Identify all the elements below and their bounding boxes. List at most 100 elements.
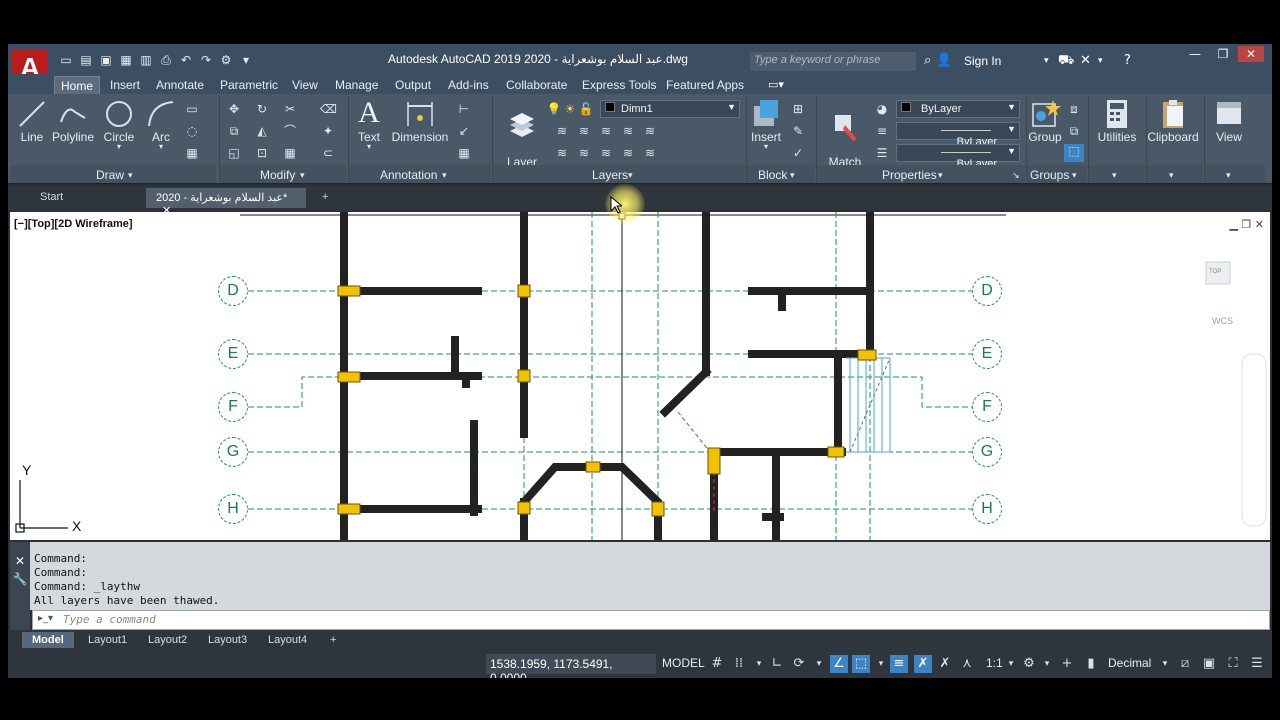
save-icon[interactable]: ▣ <box>98 52 114 68</box>
mirror-icon[interactable]: ◭ <box>254 124 270 138</box>
cart-icon[interactable]: ⛟ <box>1058 53 1074 70</box>
scale-icon[interactable]: ⊡ <box>254 146 270 160</box>
offset-icon[interactable]: ⊂ <box>320 146 336 160</box>
workspace-gear-icon[interactable]: ⚙ <box>1020 655 1038 673</box>
tab-active-drawing[interactable]: 2020 - عبد السلام بوشعراية* ✕ <box>146 188 306 217</box>
draw-panel-dropdown-icon[interactable]: ▾ <box>128 170 133 181</box>
web-mobile-icon[interactable]: ▥ <box>138 52 154 68</box>
layer-on-icon[interactable]: 💡 <box>546 102 562 116</box>
clipboard-panel-bar[interactable] <box>1147 165 1203 183</box>
layer-tool-3-icon[interactable]: ≋ <box>598 124 614 138</box>
customization-icon[interactable]: ☰ <box>1248 655 1266 673</box>
object-snap-icon[interactable]: ⬚ <box>852 655 870 673</box>
insert-block-tool[interactable]: Insert ▾ <box>746 98 786 151</box>
tab-annotate[interactable]: Annotate <box>150 76 210 94</box>
polar-icon[interactable]: ⟳ <box>790 655 808 673</box>
plot-icon[interactable]: ⎙ <box>158 52 174 68</box>
command-prompt-icon[interactable]: ▸_▾ <box>38 613 53 624</box>
model-space-button[interactable]: MODEL <box>662 656 705 670</box>
dimension-tool[interactable]: Dimension <box>390 98 450 144</box>
rectangle-icon[interactable]: ▭ <box>184 102 200 116</box>
ribbon-options-icon[interactable]: ▭▾ <box>768 78 784 91</box>
view-tool[interactable]: View <box>1204 98 1254 144</box>
layer-thaw-icon[interactable]: ☀ <box>562 102 578 116</box>
layer-tool-7-icon[interactable]: ≋ <box>576 146 592 160</box>
tab-home[interactable]: Home <box>54 76 101 95</box>
workspace-dropdown-icon[interactable]: ▾ <box>1038 655 1056 673</box>
layer-tool-2-icon[interactable]: ≋ <box>576 124 592 138</box>
leader-icon[interactable]: ↙ <box>456 124 472 138</box>
lineweight-dropdown[interactable]: ByLayer ▼ <box>896 144 1020 170</box>
open-file-icon[interactable]: ▤ <box>78 52 94 68</box>
command-input[interactable]: Type a command <box>32 610 1270 630</box>
stretch-icon[interactable]: ◱ <box>226 146 242 160</box>
line-tool[interactable]: Line <box>14 98 50 144</box>
circle-dropdown-icon[interactable]: ▾ <box>100 143 138 151</box>
tab-start[interactable]: Start <box>30 188 140 208</box>
tab-view[interactable]: View <box>286 76 324 94</box>
arc-dropdown-icon[interactable]: ▾ <box>144 143 178 151</box>
units-icon[interactable]: ▮ <box>1082 655 1100 673</box>
properties-panel-dropdown-icon[interactable]: ▾ <box>938 170 943 181</box>
tab-layout4[interactable]: Layout4 <box>258 632 317 648</box>
units-value[interactable]: Decimal <box>1108 656 1151 670</box>
restore-icon[interactable]: ❐ <box>1210 46 1236 62</box>
auto-scale-icon[interactable]: ✗ <box>936 655 954 673</box>
new-file-icon[interactable]: ▭ <box>58 52 74 68</box>
create-block-icon[interactable]: ⊞ <box>790 102 806 116</box>
tab-parametric[interactable]: Parametric <box>214 76 284 94</box>
tab-model[interactable]: Model <box>22 632 74 648</box>
lineweight-display-icon[interactable]: ≡ <box>890 655 908 673</box>
linear-dim-icon[interactable]: ⊢ <box>456 102 472 116</box>
layer-tool-4-icon[interactable]: ≋ <box>620 124 636 138</box>
object-snap-dropdown-icon[interactable]: ▾ <box>872 655 890 673</box>
group-edit-icon[interactable]: ⧉ <box>1066 124 1082 138</box>
tab-add-ins[interactable]: Add-ins <box>442 76 495 94</box>
arc-tool[interactable]: Arc ▾ <box>144 98 178 151</box>
tab-manage[interactable]: Manage <box>329 76 384 94</box>
erase-icon[interactable]: ⌫ <box>320 102 337 116</box>
scale-dropdown-icon[interactable]: ▾ <box>1002 655 1020 673</box>
tab-featured-apps[interactable]: Featured Apps <box>660 76 750 94</box>
navigation-bar[interactable] <box>1241 353 1267 527</box>
user-icon[interactable]: 👤 <box>936 53 952 68</box>
properties-dialog-launcher-icon[interactable]: ↘ <box>1012 170 1020 181</box>
sign-in-button[interactable]: Sign In <box>964 54 1001 68</box>
utilities-panel-bar[interactable] <box>1089 165 1145 183</box>
array-icon[interactable]: ▦ <box>282 146 298 160</box>
layer-dropdown[interactable]: Dimn1 ▼ <box>600 100 740 118</box>
copy-icon[interactable]: ⧉ <box>226 124 242 138</box>
color-wheel-icon[interactable]: ◕ <box>874 102 890 116</box>
layer-tool-10-icon[interactable]: ≋ <box>642 146 658 160</box>
close-icon[interactable]: ✕ <box>1238 46 1264 62</box>
polar-dropdown-icon[interactable]: ▾ <box>810 655 828 673</box>
binoculars-icon[interactable]: ⌕ <box>924 53 931 68</box>
insert-dropdown-icon[interactable]: ▾ <box>746 143 786 151</box>
polyline-tool[interactable]: Polyline <box>50 98 96 144</box>
layer-tool-5-icon[interactable]: ≋ <box>642 124 658 138</box>
command-customize-icon[interactable]: 🔧 <box>10 572 30 586</box>
sign-in-dropdown-icon[interactable]: ▾ <box>1044 56 1049 66</box>
view-dropdown-icon[interactable]: ▾ <box>1226 170 1231 181</box>
quick-properties-icon[interactable]: ⧄ <box>1176 655 1194 673</box>
workspace-icon[interactable]: ⚙ <box>218 52 234 68</box>
clean-screen-icon[interactable]: ⛶ <box>1224 655 1242 673</box>
save-as-icon[interactable]: ▦ <box>118 52 134 68</box>
layer-tool-1-icon[interactable]: ≋ <box>554 124 570 138</box>
layer-tool-8-icon[interactable]: ≋ <box>598 146 614 160</box>
tab-collaborate[interactable]: Collaborate <box>500 76 573 94</box>
isolate-objects-icon[interactable]: ▣ <box>1200 655 1218 673</box>
lineweight-icon[interactable]: ≡ <box>874 124 890 138</box>
layer-tool-6-icon[interactable]: ≋ <box>554 146 570 160</box>
new-tab-icon[interactable]: + <box>312 188 338 208</box>
command-line-handle[interactable]: ✕ 🔧 <box>10 542 30 630</box>
exchange-dropdown-icon[interactable]: ▾ <box>1098 56 1103 66</box>
grid-icon[interactable]: # <box>708 655 726 673</box>
add-layout-icon[interactable]: + <box>320 632 346 648</box>
annotation-monitor-icon[interactable]: + <box>1058 655 1076 673</box>
exchange-icon[interactable]: ✕ <box>1080 53 1091 68</box>
linetype-icon[interactable]: ☰ <box>874 146 890 160</box>
rotate-icon[interactable]: ↻ <box>254 102 270 116</box>
group-tool[interactable]: Group <box>1026 98 1064 144</box>
isodraft-icon[interactable]: ∠ <box>830 655 848 673</box>
